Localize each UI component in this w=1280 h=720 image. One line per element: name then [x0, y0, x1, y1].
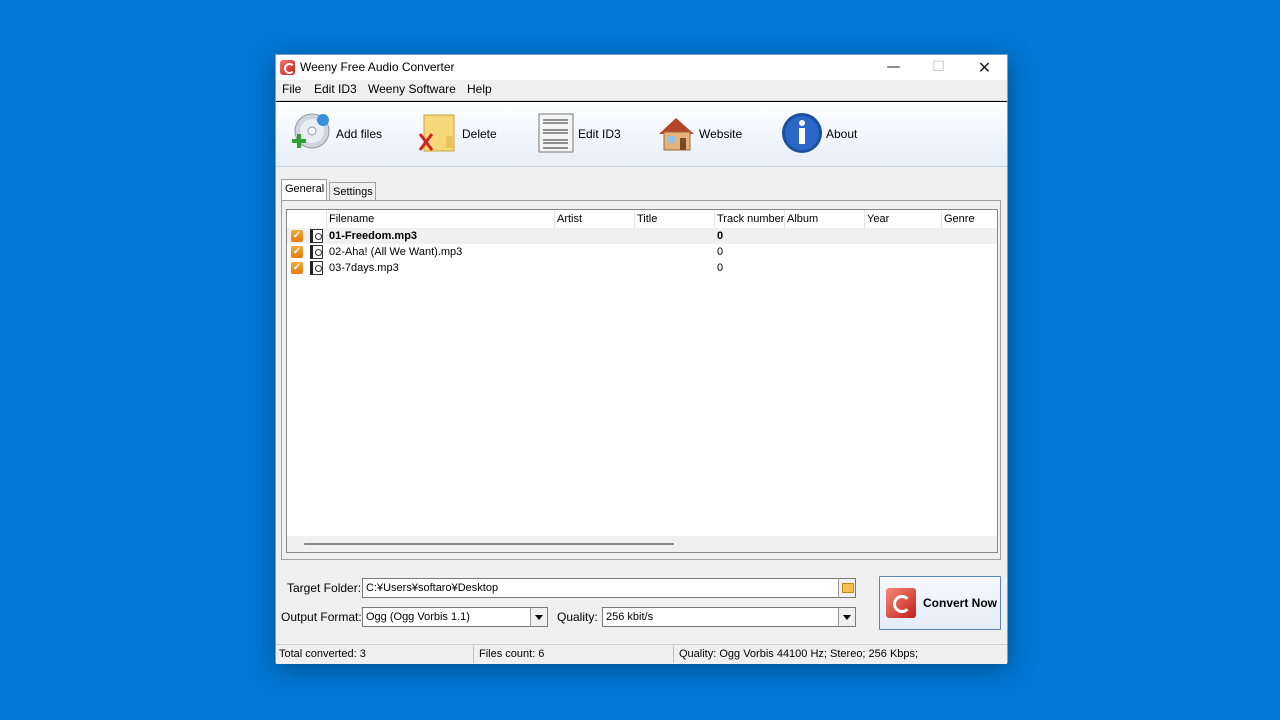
target-folder-field[interactable]: C:¥Users¥softaro¥Desktop	[362, 578, 856, 598]
status-quality-info: Quality: Ogg Vorbis 44100 Hz; Stereo; 25…	[679, 648, 919, 660]
add-files-button[interactable]: Add files	[290, 112, 390, 158]
menu-weeny-software[interactable]: Weeny Software	[368, 82, 456, 96]
convert-now-label: Convert Now	[923, 596, 998, 610]
cell-filename: 03-7days.mp3	[329, 262, 399, 274]
menu-help[interactable]: Help	[467, 82, 492, 96]
maximize-button[interactable]: ☐	[916, 55, 961, 80]
edit-id3-label: Edit ID3	[578, 127, 621, 141]
convert-icon	[886, 588, 916, 618]
status-bar: Total converted: 3 Files count: 6 Qualit…	[276, 644, 1007, 664]
audio-file-icon	[310, 229, 323, 243]
cell-filename: 02-Aha! (All We Want).mp3	[329, 246, 463, 258]
delete-icon	[418, 114, 455, 152]
output-format-label: Output Format:	[281, 610, 362, 624]
app-logo-icon	[280, 60, 295, 75]
cell-track-number: 0	[717, 230, 724, 242]
chevron-down-icon[interactable]	[530, 608, 547, 626]
about-button[interactable]: About	[781, 112, 871, 158]
checkbox-checked[interactable]: ✓	[291, 262, 303, 274]
browse-folder-button[interactable]	[838, 579, 855, 597]
info-icon	[782, 113, 822, 153]
tab-general[interactable]: General	[281, 179, 327, 200]
target-folder-label: Target Folder:	[287, 581, 362, 595]
list-header: Filename Artist Title Track number Album…	[287, 210, 997, 228]
chevron-down-icon[interactable]	[838, 608, 855, 626]
menu-edit-id3[interactable]: Edit ID3	[314, 82, 357, 96]
cell-track-number: 0	[717, 246, 724, 258]
app-window: Weeny Free Audio Converter — ☐ ✕ File Ed…	[275, 54, 1008, 664]
general-panel: Filename Artist Title Track number Album…	[281, 200, 1001, 560]
website-button[interactable]: Website	[656, 112, 756, 158]
add-cd-icon	[292, 113, 330, 149]
edit-id3-icon	[538, 113, 574, 153]
table-row[interactable]: ✓ 01-Freedom.mp3 0	[287, 228, 997, 244]
title-bar[interactable]: Weeny Free Audio Converter — ☐ ✕	[276, 55, 1007, 80]
convert-now-button[interactable]: Convert Now	[879, 576, 1001, 630]
column-header-track-number[interactable]: Track number	[715, 210, 785, 228]
menu-file[interactable]: File	[282, 82, 301, 96]
tab-settings[interactable]: Settings	[329, 182, 376, 200]
quality-select[interactable]: 256 kbit/s	[602, 607, 856, 627]
scrollbar-thumb[interactable]	[304, 543, 674, 545]
column-header-album[interactable]: Album	[785, 210, 865, 228]
status-files-count: Files count: 6	[476, 646, 674, 663]
house-icon	[659, 118, 694, 151]
quality-label: Quality:	[557, 610, 598, 624]
menu-bar: File Edit ID3 Weeny Software Help	[276, 80, 1007, 101]
column-header-genre[interactable]: Genre	[942, 210, 997, 228]
website-label: Website	[699, 127, 743, 141]
add-files-label: Add files	[336, 127, 383, 141]
close-button[interactable]: ✕	[962, 55, 1007, 80]
window-title: Weeny Free Audio Converter	[300, 60, 455, 74]
minimize-button[interactable]: —	[871, 55, 916, 80]
cell-filename: 01-Freedom.mp3	[329, 230, 418, 242]
checkbox-checked[interactable]: ✓	[291, 230, 303, 242]
output-format-value: Ogg (Ogg Vorbis 1.1)	[366, 611, 470, 623]
column-header-icons	[287, 210, 327, 228]
quality-value: 256 kbit/s	[606, 611, 654, 623]
delete-label: Delete	[462, 127, 497, 141]
column-header-year[interactable]: Year	[865, 210, 942, 228]
target-folder-value: C:¥Users¥softaro¥Desktop	[366, 582, 499, 594]
column-header-filename[interactable]: Filename	[327, 210, 555, 228]
status-total-converted: Total converted: 3	[276, 646, 474, 663]
audio-file-icon	[310, 261, 323, 275]
file-list[interactable]: Filename Artist Title Track number Album…	[286, 209, 998, 553]
column-header-title[interactable]: Title	[635, 210, 715, 228]
edit-id3-button[interactable]: Edit ID3	[536, 112, 636, 158]
folder-icon	[842, 583, 854, 593]
about-label: About	[826, 127, 858, 141]
toolbar: Add files Delete Edit ID3 Website About	[276, 101, 1007, 167]
table-row[interactable]: ✓ 02-Aha! (All We Want).mp3 0	[287, 244, 997, 260]
audio-file-icon	[310, 245, 323, 259]
table-row[interactable]: ✓ 03-7days.mp3 0	[287, 260, 997, 276]
horizontal-scrollbar[interactable]	[287, 536, 997, 552]
checkbox-checked[interactable]: ✓	[291, 246, 303, 258]
column-header-artist[interactable]: Artist	[555, 210, 635, 228]
delete-button[interactable]: Delete	[416, 112, 506, 158]
cell-track-number: 0	[717, 262, 724, 274]
output-format-select[interactable]: Ogg (Ogg Vorbis 1.1)	[362, 607, 548, 627]
